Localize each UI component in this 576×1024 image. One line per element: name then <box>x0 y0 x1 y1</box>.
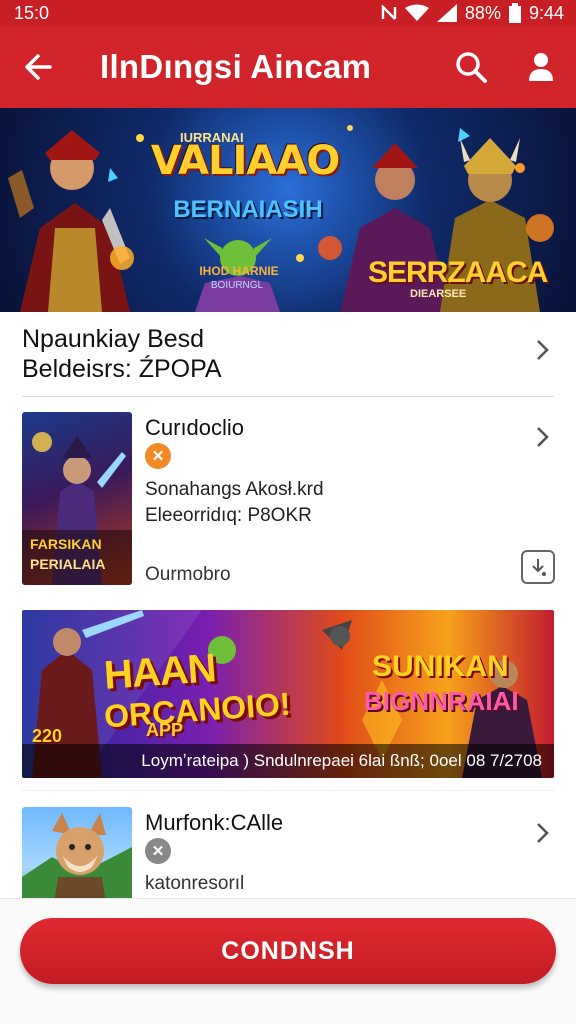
battery-percent: 88% <box>464 2 501 23</box>
arrow-left-icon <box>25 54 52 80</box>
download-icon <box>532 559 546 576</box>
hero-subtitle: BERNAIASIH <box>173 196 323 223</box>
list-item[interactable]: Murfonk:CAlle ✕ katonresorıl <box>0 795 576 898</box>
thumb-text-1: FARSIKAN <box>30 536 102 552</box>
thumb-text-2: PERIALAIA <box>30 556 106 572</box>
hero-right-title: SERRZAACA <box>368 256 548 289</box>
divider <box>22 790 554 791</box>
promo-banner[interactable]: HAAN ORCANOIO! APP 220 SUNIKAN BIGNNRAIA… <box>22 610 554 778</box>
hero-small-line: IHOD HARNIE <box>199 264 279 278</box>
wifi-icon <box>404 4 429 22</box>
close-badge-icon[interactable]: ✕ <box>145 443 171 469</box>
promo-right-title: SUNIKAN <box>372 650 509 683</box>
primary-action-button[interactable]: CONDNSH <box>20 918 556 984</box>
hero-small-line-2: BOIURNGL <box>210 280 264 291</box>
chevron-right-icon <box>530 425 554 449</box>
info-row-line-1: Npaunkiay Besd <box>22 325 205 353</box>
status-icons: 88% 9:44 <box>381 3 564 24</box>
notification-icon <box>381 5 397 21</box>
card-title: Curıdoclio <box>145 415 245 440</box>
download-button[interactable] <box>521 550 555 584</box>
user-icon <box>529 53 553 81</box>
list-item[interactable]: FARSIKAN PERIALAIA Curıdoclio ✕ Sonahang… <box>0 397 576 602</box>
chevron-right-icon <box>530 821 554 845</box>
promo-left-tag: APP <box>146 720 184 740</box>
info-row-line-2: Beldeisrs: ŹPOPA <box>22 355 222 383</box>
promo-caption: Loymʼrateipa ) Sndulnrepaei 6lai ßnß; 0o… <box>22 744 554 778</box>
info-row-text: Npaunkiay Besd Beldeisrs: ŹPOPA <box>22 324 222 384</box>
close-badge-icon[interactable]: ✕ <box>145 838 171 864</box>
status-time: 15:0 <box>14 2 50 23</box>
hero-right-subtitle: DIEARSEE <box>410 288 467 300</box>
profile-button[interactable] <box>506 26 576 108</box>
card-line-1: Sonahangs Akosł.krd <box>145 479 324 500</box>
status-clock: 9:44 <box>528 2 564 23</box>
battery-icon <box>508 3 521 23</box>
card-thumbnail: FARSIKAN PERIALAIA <box>22 412 132 585</box>
promo-right-subtitle: BIGNNRAIAI <box>364 686 519 716</box>
signal-icon <box>436 4 457 22</box>
info-row[interactable]: Npaunkiay Besd Beldeisrs: ŹPOPA <box>0 312 576 396</box>
card-thumbnail <box>22 807 132 898</box>
hero-top-tag: IURRANAI <box>180 130 244 145</box>
search-icon <box>456 52 487 83</box>
hero-title: VALIAAO <box>150 138 341 184</box>
hero-banner[interactable]: VALIAAO BERNAIASIH IHOD HARNIE BOIURNGL … <box>0 108 576 312</box>
chevron-right-icon <box>530 338 554 362</box>
back-button[interactable] <box>0 26 76 108</box>
search-button[interactable] <box>436 26 506 108</box>
app-bar: IlnDıngsi Aincam <box>0 26 576 108</box>
card-meta: katonresorıl <box>145 873 245 894</box>
page-title: IlnDıngsi Aincam <box>100 48 372 85</box>
status-bar: 15:0 88% 9:44 <box>0 0 576 26</box>
card-line-2: Eleeorridıq: P8OKR <box>145 505 312 526</box>
card-meta: Ourmobro <box>145 564 231 585</box>
card-title: Murfonk:CAlle <box>145 810 284 835</box>
